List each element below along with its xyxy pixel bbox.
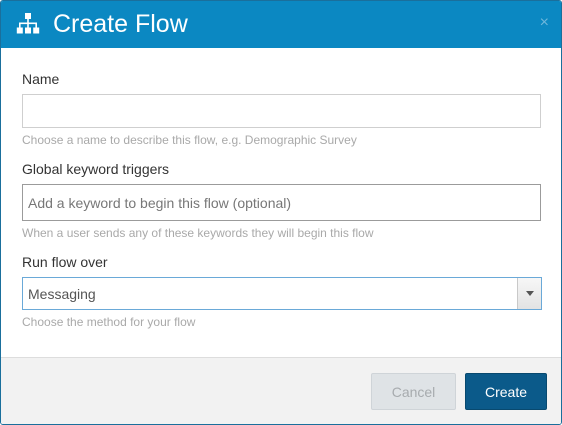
keywords-placeholder: Add a keyword to begin this flow (option… (28, 195, 292, 211)
dialog-body: Name Choose a name to describe this flow… (1, 48, 561, 357)
run-over-help: Choose the method for your flow (22, 315, 196, 329)
close-icon[interactable]: × (540, 15, 549, 31)
keywords-label: Global keyword triggers (22, 161, 170, 177)
name-help: Choose a name to describe this flow, e.g… (22, 133, 357, 147)
sitemap-icon (16, 13, 40, 35)
keywords-input[interactable]: Add a keyword to begin this flow (option… (22, 184, 541, 221)
dialog-footer: Cancel Create (1, 357, 561, 424)
create-button[interactable]: Create (465, 373, 547, 410)
name-input[interactable] (22, 94, 541, 128)
run-over-selected: Messaging (28, 286, 96, 302)
create-flow-dialog: Create Flow × Name Choose a name to desc… (0, 0, 562, 425)
run-over-label: Run flow over (22, 254, 108, 270)
run-over-select[interactable]: Messaging (22, 277, 542, 310)
keywords-help: When a user sends any of these keywords … (22, 226, 374, 240)
name-label: Name (22, 71, 60, 87)
dialog-title: Create Flow (53, 10, 188, 38)
cancel-button[interactable]: Cancel (371, 373, 456, 410)
chevron-down-icon (526, 291, 534, 296)
dialog-header: Create Flow × (1, 1, 561, 48)
select-arrow-button[interactable] (517, 278, 541, 309)
